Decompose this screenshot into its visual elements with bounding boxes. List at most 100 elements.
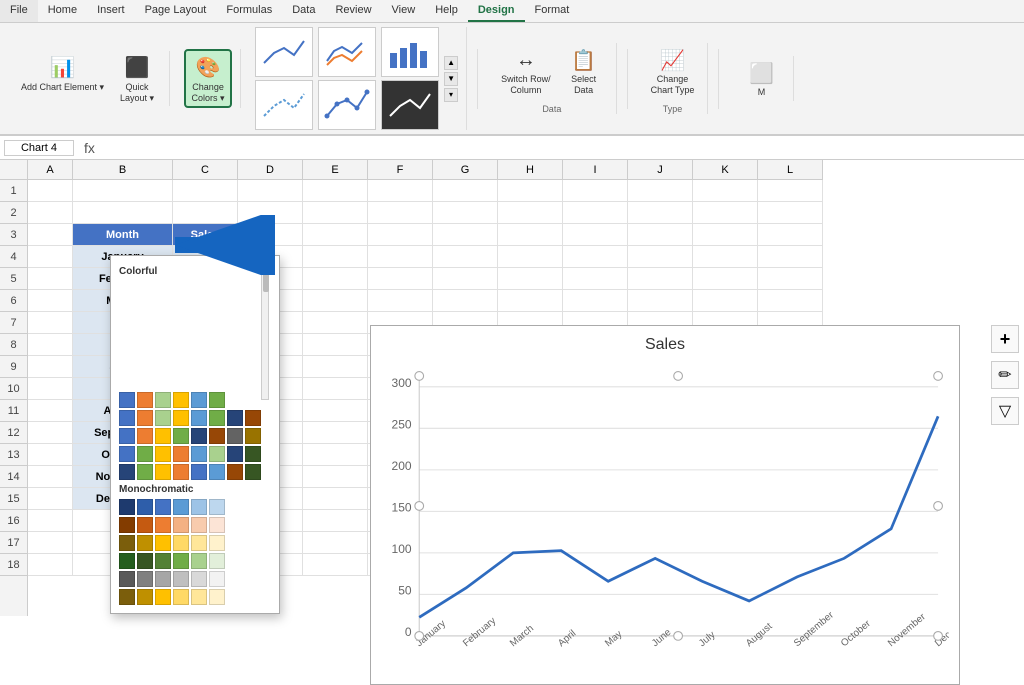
colorful-swatch-4-2[interactable] xyxy=(155,464,171,480)
chart-style-5[interactable] xyxy=(318,80,376,130)
mono-swatch-3-1[interactable] xyxy=(137,553,153,569)
cell-L6[interactable] xyxy=(758,290,823,312)
cell-H6[interactable] xyxy=(498,290,563,312)
mono-swatch-2-0[interactable] xyxy=(119,535,135,551)
cell-A7[interactable] xyxy=(28,312,73,334)
cell-C2[interactable] xyxy=(173,202,238,224)
colorful-swatch-2-7[interactable] xyxy=(245,428,261,444)
cell-E13[interactable] xyxy=(303,444,368,466)
mono-swatch-2-3[interactable] xyxy=(173,535,189,551)
cell-J6[interactable] xyxy=(628,290,693,312)
cell-F6[interactable] xyxy=(368,290,433,312)
mono-swatch-0-3[interactable] xyxy=(173,499,189,515)
mono-swatch-5-4[interactable] xyxy=(191,589,207,605)
colorful-swatch-1-2[interactable] xyxy=(155,410,171,426)
cell-E5[interactable] xyxy=(303,268,368,290)
cell-G3[interactable] xyxy=(433,224,498,246)
colorful-swatch-4-3[interactable] xyxy=(173,464,189,480)
cell-J5[interactable] xyxy=(628,268,693,290)
move-chart-button[interactable]: ⬜ M xyxy=(737,56,785,101)
ribbon-tab-design[interactable]: Design xyxy=(468,0,525,22)
ribbon-tab-page layout[interactable]: Page Layout xyxy=(135,0,217,22)
ribbon-tab-insert[interactable]: Insert xyxy=(87,0,135,22)
cell-A9[interactable] xyxy=(28,356,73,378)
colorful-swatch-2-6[interactable] xyxy=(227,428,243,444)
chart-brush-button[interactable]: ✏ xyxy=(991,361,1019,389)
colorful-swatch-2-0[interactable] xyxy=(119,428,135,444)
chart-style-1[interactable] xyxy=(255,27,313,77)
gallery-scroll-expand[interactable]: ▾ xyxy=(444,88,458,102)
colorful-swatch-4-4[interactable] xyxy=(191,464,207,480)
mono-swatch-3-0[interactable] xyxy=(119,553,135,569)
cell-E2[interactable] xyxy=(303,202,368,224)
mono-swatch-4-2[interactable] xyxy=(155,571,171,587)
cell-E10[interactable] xyxy=(303,378,368,400)
cell-A10[interactable] xyxy=(28,378,73,400)
ribbon-tab-file[interactable]: File xyxy=(0,0,38,22)
colorful-swatch-3-1[interactable] xyxy=(137,446,153,462)
cell-G1[interactable] xyxy=(433,180,498,202)
cell-L2[interactable] xyxy=(758,202,823,224)
colorful-swatch-1-3[interactable] xyxy=(173,410,189,426)
mono-swatch-1-5[interactable] xyxy=(209,517,225,533)
cell-E17[interactable] xyxy=(303,532,368,554)
cell-E15[interactable] xyxy=(303,488,368,510)
cell-G5[interactable] xyxy=(433,268,498,290)
mono-swatch-3-3[interactable] xyxy=(173,553,189,569)
mono-swatch-1-3[interactable] xyxy=(173,517,189,533)
mono-swatch-3-2[interactable] xyxy=(155,553,171,569)
colorful-swatch-4-6[interactable] xyxy=(227,464,243,480)
mono-swatch-1-0[interactable] xyxy=(119,517,135,533)
cell-A6[interactable] xyxy=(28,290,73,312)
ribbon-tab-format[interactable]: Format xyxy=(525,0,580,22)
colorful-swatch-2-4[interactable] xyxy=(191,428,207,444)
colorful-swatch-3-5[interactable] xyxy=(209,446,225,462)
cell-F2[interactable] xyxy=(368,202,433,224)
cell-L1[interactable] xyxy=(758,180,823,202)
cell-F5[interactable] xyxy=(368,268,433,290)
cell-J3[interactable] xyxy=(628,224,693,246)
select-data-button[interactable]: 📋 SelectData xyxy=(560,43,608,99)
ribbon-tab-data[interactable]: Data xyxy=(282,0,325,22)
cell-H3[interactable] xyxy=(498,224,563,246)
cell-E16[interactable] xyxy=(303,510,368,532)
cell-A16[interactable] xyxy=(28,510,73,532)
chart-style-2[interactable] xyxy=(318,27,376,77)
colorful-swatch-0-5[interactable] xyxy=(209,392,225,408)
mono-swatch-4-1[interactable] xyxy=(137,571,153,587)
cell-D2[interactable] xyxy=(238,202,303,224)
mono-swatch-3-5[interactable] xyxy=(209,553,225,569)
mono-swatch-5-5[interactable] xyxy=(209,589,225,605)
cell-B1[interactable] xyxy=(73,180,173,202)
name-box[interactable] xyxy=(4,140,74,156)
ribbon-tab-formulas[interactable]: Formulas xyxy=(216,0,282,22)
mono-swatch-0-0[interactable] xyxy=(119,499,135,515)
cell-G4[interactable] xyxy=(433,246,498,268)
cell-A8[interactable] xyxy=(28,334,73,356)
cell-E7[interactable] xyxy=(303,312,368,334)
cell-E11[interactable] xyxy=(303,400,368,422)
mono-swatch-1-2[interactable] xyxy=(155,517,171,533)
colorful-swatch-2-5[interactable] xyxy=(209,428,225,444)
colorful-swatch-1-6[interactable] xyxy=(227,410,243,426)
cell-F4[interactable] xyxy=(368,246,433,268)
cell-B2[interactable] xyxy=(73,202,173,224)
mono-swatch-2-2[interactable] xyxy=(155,535,171,551)
cell-D1[interactable] xyxy=(238,180,303,202)
cell-K1[interactable] xyxy=(693,180,758,202)
colorful-swatch-1-1[interactable] xyxy=(137,410,153,426)
mono-swatch-2-4[interactable] xyxy=(191,535,207,551)
mono-swatch-2-5[interactable] xyxy=(209,535,225,551)
cell-I4[interactable] xyxy=(563,246,628,268)
ribbon-tab-help[interactable]: Help xyxy=(425,0,468,22)
mono-swatch-4-3[interactable] xyxy=(173,571,189,587)
cell-A2[interactable] xyxy=(28,202,73,224)
cell-J4[interactable] xyxy=(628,246,693,268)
colorful-swatch-4-7[interactable] xyxy=(245,464,261,480)
cell-L3[interactable] xyxy=(758,224,823,246)
cell-A14[interactable] xyxy=(28,466,73,488)
mono-swatch-5-0[interactable] xyxy=(119,589,135,605)
cell-F1[interactable] xyxy=(368,180,433,202)
mono-swatch-5-1[interactable] xyxy=(137,589,153,605)
add-chart-element-button[interactable]: 📊 Add Chart Element ▾ xyxy=(16,51,109,107)
